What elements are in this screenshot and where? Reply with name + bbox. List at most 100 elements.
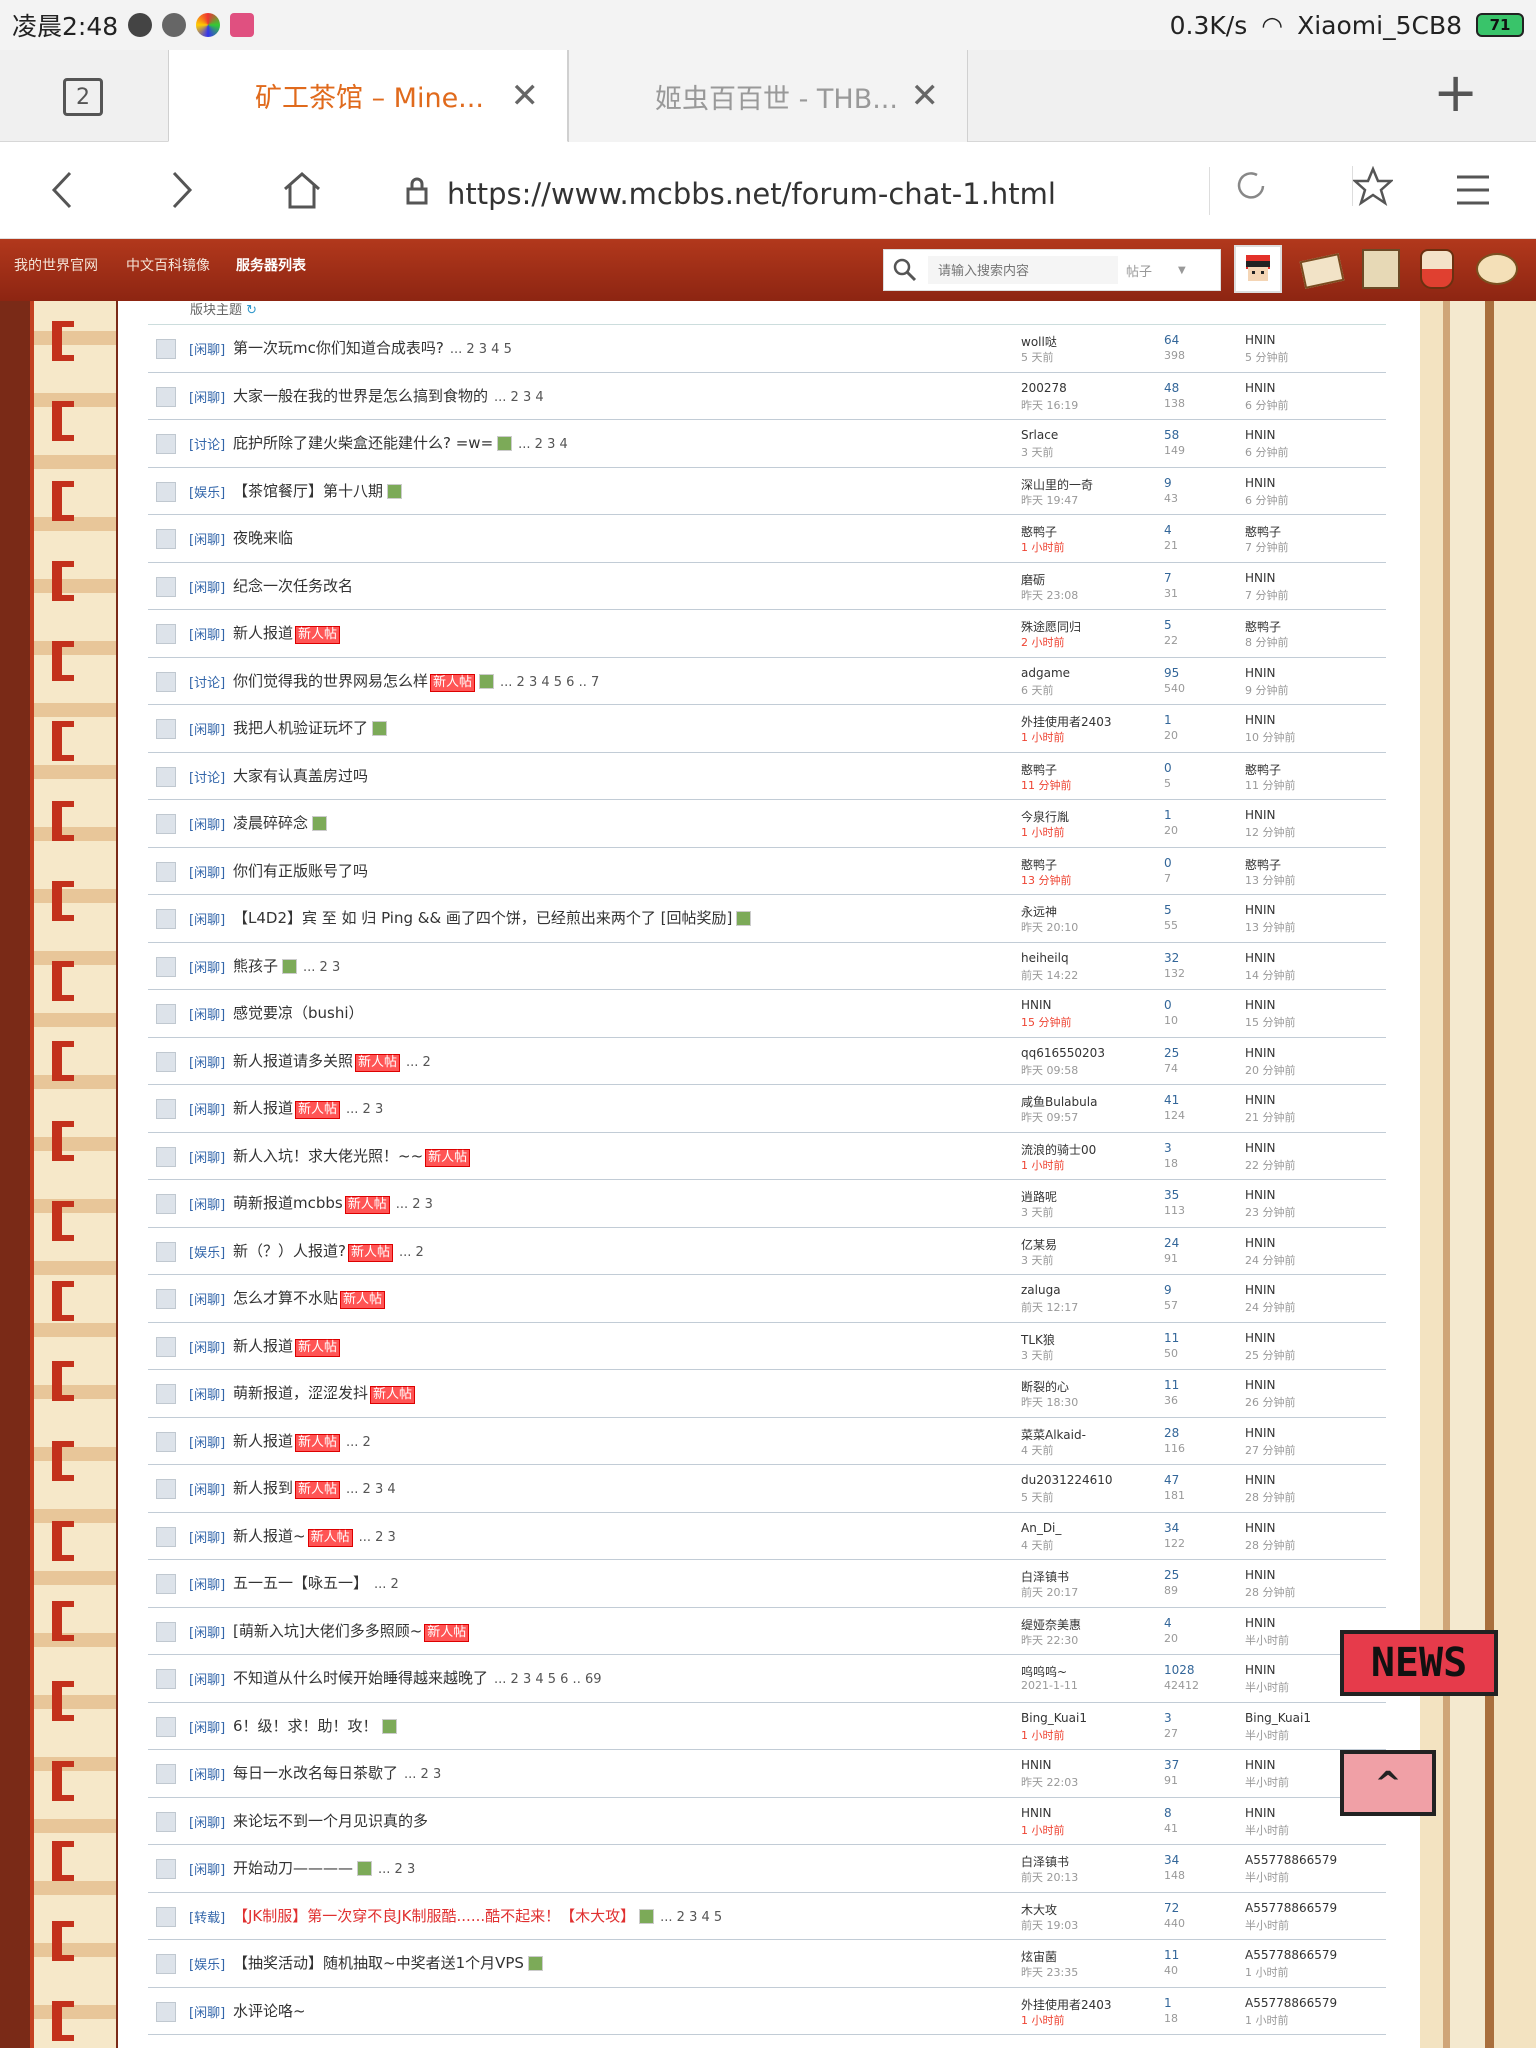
thread-author[interactable]: 断裂的心: [1021, 1378, 1069, 1395]
reload-button[interactable]: [1235, 170, 1267, 202]
table-row[interactable]: [闲聊] 我把人机验证玩坏了 外挂使用者2403 1 小时前 1 20 HNIN 10 分钟前: [148, 705, 1386, 753]
thread-last-time[interactable]: 11 分钟前: [1245, 777, 1296, 793]
thread-replies[interactable]: 5: [1164, 618, 1172, 632]
thread-replies[interactable]: 1028: [1164, 1663, 1195, 1677]
thread-replies[interactable]: 0: [1164, 998, 1172, 1012]
close-icon[interactable]: ✕: [911, 76, 940, 116]
thread-title[interactable]: 新人报道~: [233, 1527, 306, 1545]
table-row[interactable]: [闲聊] 新人报道~ 新人帖 ... 2 3 An_Di_ 4 天前 34 122 HNIN 28…: [148, 1513, 1386, 1560]
thread-replies[interactable]: 9: [1164, 1283, 1172, 1297]
thread-title[interactable]: 五一五一【咏五一】: [233, 1574, 368, 1592]
thread-replies[interactable]: 95: [1164, 666, 1179, 680]
thread-pages[interactable]: ... 2 3: [378, 1862, 415, 1877]
thread-last-poster[interactable]: 憨鸭子: [1245, 856, 1281, 873]
thread-category[interactable]: [闲聊]: [189, 1479, 225, 1498]
thread-category[interactable]: [闲聊]: [189, 814, 225, 833]
thread-last-poster[interactable]: HNIN: [1245, 1378, 1276, 1392]
thread-last-poster[interactable]: HNIN: [1245, 951, 1276, 965]
thread-author[interactable]: 憨鸭子: [1021, 523, 1057, 540]
thread-replies[interactable]: 25: [1164, 1046, 1179, 1060]
thread-category[interactable]: [闲聊]: [189, 909, 225, 928]
avatar[interactable]: [1234, 245, 1282, 293]
table-row[interactable]: [闲聊] 怎么才算不水贴 新人帖 zaluga 前天 12:17 9 57 HNIN 24 分钟…: [148, 1275, 1386, 1323]
thread-last-time[interactable]: 半小时前: [1245, 1822, 1289, 1838]
thread-title[interactable]: 新人报道: [233, 1337, 293, 1355]
thread-author[interactable]: An_Di_: [1021, 1521, 1061, 1535]
thread-replies[interactable]: 4: [1164, 523, 1172, 537]
thread-replies[interactable]: 11: [1164, 1331, 1179, 1345]
thread-last-poster[interactable]: HNIN: [1245, 1758, 1276, 1772]
table-row[interactable]: [闲聊] 夜晚来临 憨鸭子 1 小时前 4 21 憨鸭子 7 分钟前: [148, 515, 1386, 563]
table-row[interactable]: [闲聊] 新人报道 新人帖 殊途愿同归 2 小时前 5 22 憨鸭子 8 分钟前: [148, 610, 1386, 658]
thread-replies[interactable]: 48: [1164, 381, 1179, 395]
thread-author[interactable]: HNIN: [1021, 1806, 1052, 1820]
table-row[interactable]: [闲聊] 新人报道 新人帖 ... 2 3 咸鱼Bulabula 昨天 09:57 41 12…: [148, 1085, 1386, 1133]
browser-tab[interactable]: 姬虫百百世 - THB... ✕: [568, 50, 968, 142]
thread-category[interactable]: [闲聊]: [189, 1574, 225, 1593]
thread-title[interactable]: 纪念一次任务改名: [233, 577, 353, 595]
thread-title[interactable]: 新人报道请多关照: [233, 1052, 353, 1070]
thread-last-poster[interactable]: HNIN: [1245, 1426, 1276, 1440]
thread-last-poster[interactable]: A55778866579: [1245, 1853, 1337, 1867]
thread-last-time[interactable]: 14 分钟前: [1245, 967, 1296, 983]
thread-replies[interactable]: 3: [1164, 1141, 1172, 1155]
thread-last-poster[interactable]: HNIN: [1245, 1616, 1276, 1630]
thread-last-time[interactable]: 半小时前: [1245, 1869, 1289, 1885]
thread-pages[interactable]: ... 2 3: [359, 1530, 396, 1545]
new-tab-button[interactable]: +: [1433, 66, 1478, 120]
thread-last-poster[interactable]: HNIN: [1245, 381, 1276, 395]
thread-title[interactable]: 我把人机验证玩坏了: [233, 719, 368, 737]
thread-category[interactable]: [闲聊]: [189, 624, 225, 643]
thread-category[interactable]: [讨论]: [189, 434, 225, 453]
thread-last-time[interactable]: 24 分钟前: [1245, 1299, 1296, 1315]
table-row[interactable]: [闲聊] 6！级！求！助！攻！ Bing_Kuai1 1 小时前 3 27 Bing_Kua…: [148, 1703, 1386, 1750]
thread-title[interactable]: [萌新入坑]大佬们多多照顾~: [233, 1622, 422, 1640]
back-button[interactable]: [50, 170, 74, 210]
thread-title[interactable]: 开始动刀————: [233, 1859, 353, 1877]
table-row[interactable]: [娱乐] 新（？）人报道? 新人帖 ... 2 亿某易 3 天前 24 91 HNIN 24 分钟…: [148, 1228, 1386, 1275]
thread-title[interactable]: 萌新报道，涩涩发抖: [233, 1384, 368, 1402]
thread-category[interactable]: [闲聊]: [189, 1527, 225, 1546]
thread-last-time[interactable]: 1 小时前: [1245, 1964, 1289, 1980]
block-icon[interactable]: [1362, 249, 1400, 289]
thread-category[interactable]: [闲聊]: [189, 1194, 225, 1213]
thread-title[interactable]: 来论坛不到一个月见识真的多: [233, 1812, 428, 1830]
thread-replies[interactable]: 25: [1164, 1568, 1179, 1582]
thread-author[interactable]: 逍路呢: [1021, 1188, 1057, 1205]
thread-last-poster[interactable]: A55778866579: [1245, 1996, 1337, 2010]
thread-title[interactable]: 新（？）人报道?: [233, 1242, 346, 1260]
thread-replies[interactable]: 5: [1164, 903, 1172, 917]
thread-pages[interactable]: ... 2 3 4 5: [450, 342, 512, 357]
thread-author[interactable]: Bing_Kuai1: [1021, 1711, 1087, 1725]
thread-last-poster[interactable]: HNIN: [1245, 1141, 1276, 1155]
thread-last-poster[interactable]: HNIN: [1245, 1188, 1276, 1202]
thread-title[interactable]: 熊孩子: [233, 957, 278, 975]
tab-count-button[interactable]: 2: [63, 78, 103, 116]
thread-pages[interactable]: ... 2 3: [303, 960, 340, 975]
search-input[interactable]: [928, 256, 1118, 284]
thread-last-poster[interactable]: HNIN: [1245, 1521, 1276, 1535]
thread-last-time[interactable]: 22 分钟前: [1245, 1157, 1296, 1173]
search-icon[interactable]: [892, 257, 918, 283]
thread-author[interactable]: 200278: [1021, 381, 1067, 395]
thread-author[interactable]: 白泽镇书: [1021, 1568, 1069, 1585]
thread-last-time[interactable]: 12 分钟前: [1245, 824, 1296, 840]
thread-category[interactable]: [闲聊]: [189, 1052, 225, 1071]
thread-last-poster[interactable]: HNIN: [1245, 428, 1276, 442]
thread-replies[interactable]: 24: [1164, 1236, 1179, 1250]
thread-title[interactable]: 水评论咯~: [233, 2002, 306, 2020]
thread-last-time[interactable]: 8 分钟前: [1245, 634, 1289, 650]
thread-pages[interactable]: ... 2 3 4 5: [660, 1910, 722, 1925]
thread-replies[interactable]: 34: [1164, 1853, 1179, 1867]
thread-last-poster[interactable]: HNIN: [1245, 1806, 1276, 1820]
thread-category[interactable]: [闲聊]: [189, 1289, 225, 1308]
thread-pages[interactable]: ... 2 3 4: [494, 390, 544, 405]
thread-category[interactable]: [转载]: [189, 1907, 225, 1926]
thread-replies[interactable]: 1: [1164, 1996, 1172, 2010]
thread-replies[interactable]: 0: [1164, 761, 1172, 775]
thread-replies[interactable]: 3: [1164, 1711, 1172, 1725]
thread-last-poster[interactable]: HNIN: [1245, 998, 1276, 1012]
thread-last-poster[interactable]: HNIN: [1245, 666, 1276, 680]
thread-title[interactable]: 新人报道: [233, 624, 293, 642]
thread-title[interactable]: 庇护所除了建火柴盒还能建什么? =w=: [233, 434, 493, 452]
